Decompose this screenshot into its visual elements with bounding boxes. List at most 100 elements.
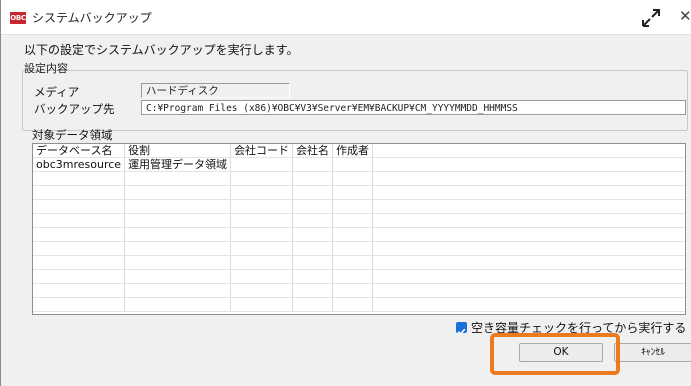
cell-company-code[interactable] <box>230 157 294 172</box>
empty-cell <box>292 241 334 256</box>
empty-cell <box>124 255 232 270</box>
empty-cell <box>230 199 294 214</box>
column-header-company-code[interactable]: 会社コード <box>230 144 294 158</box>
empty-cell <box>332 297 374 312</box>
empty-cell <box>124 241 232 256</box>
empty-cell <box>124 297 232 312</box>
empty-cell <box>124 185 232 200</box>
empty-cell <box>372 297 685 312</box>
window-title: システムバックアップ <box>32 11 152 25</box>
empty-grid-row <box>33 241 685 256</box>
empty-grid-row <box>33 269 685 284</box>
space-check-label[interactable]: 空き容量チェックを行ってから実行する <box>471 319 686 336</box>
empty-grid-row <box>33 199 685 214</box>
maximize-icon[interactable] <box>639 6 663 30</box>
cell-role[interactable]: 運用管理データ領域 <box>124 157 232 172</box>
empty-cell <box>332 199 374 214</box>
empty-cell <box>372 199 685 214</box>
column-header-filler <box>372 144 685 158</box>
empty-cell <box>372 227 685 242</box>
empty-cell <box>33 269 126 284</box>
empty-cell <box>332 227 374 242</box>
empty-cell <box>33 199 126 214</box>
empty-grid-row <box>33 255 685 270</box>
confirmation-message: 以下の設定でシステムバックアップを実行します。 <box>24 43 299 57</box>
empty-cell <box>332 241 374 256</box>
empty-cell <box>292 171 334 186</box>
empty-cell <box>292 199 334 214</box>
cell-filler <box>372 157 685 172</box>
empty-cell <box>230 213 294 228</box>
empty-cell <box>124 227 232 242</box>
empty-cell <box>372 213 685 228</box>
empty-grid-row <box>33 213 685 228</box>
empty-cell <box>292 297 334 312</box>
cell-creator[interactable] <box>332 157 374 172</box>
empty-cell <box>332 269 374 284</box>
empty-cell <box>372 269 685 284</box>
column-header-creator[interactable]: 作成者 <box>332 144 374 158</box>
cell-database-name[interactable]: obc3mresource <box>33 157 126 172</box>
empty-cell <box>372 241 685 256</box>
empty-cell <box>292 227 334 242</box>
empty-cell <box>230 283 294 298</box>
empty-cell <box>124 213 232 228</box>
ok-button[interactable]: OK <box>519 343 603 362</box>
system-backup-dialog: OBC システムバックアップ ✕ 以下の設定でシステムバックアップを実行します。… <box>0 0 691 386</box>
column-header-database-name[interactable]: データベース名 <box>33 144 126 158</box>
empty-cell <box>292 283 334 298</box>
empty-cell <box>33 185 126 200</box>
empty-cell <box>332 185 374 200</box>
empty-cell <box>372 185 685 200</box>
empty-cell <box>230 255 294 270</box>
empty-cell <box>332 255 374 270</box>
empty-cell <box>124 171 232 186</box>
empty-cell <box>292 213 334 228</box>
table-row[interactable]: obc3mresource 運用管理データ領域 <box>33 157 685 172</box>
empty-cell <box>33 255 126 270</box>
column-header-role[interactable]: 役割 <box>124 144 232 158</box>
target-data-area-label: 対象データ領域 <box>32 128 113 142</box>
media-label: メディア <box>34 85 80 99</box>
empty-grid-row <box>33 171 685 186</box>
empty-cell <box>230 185 294 200</box>
empty-cell <box>372 171 685 186</box>
empty-cell <box>372 283 685 298</box>
empty-cell <box>33 171 126 186</box>
empty-cell <box>292 185 334 200</box>
empty-cell <box>33 241 126 256</box>
empty-cell <box>372 255 685 270</box>
title-bar[interactable]: OBC システムバックアップ ✕ <box>1 0 691 35</box>
empty-cell <box>33 283 126 298</box>
empty-cell <box>33 213 126 228</box>
close-icon[interactable]: ✕ <box>679 7 691 25</box>
cancel-button[interactable]: ｷｬﾝｾﾙ <box>614 343 691 362</box>
empty-cell <box>33 227 126 242</box>
empty-cell <box>292 255 334 270</box>
empty-cell <box>124 269 232 284</box>
empty-cell <box>230 241 294 256</box>
empty-cell <box>33 297 126 312</box>
empty-cell <box>230 171 294 186</box>
column-header-company-name[interactable]: 会社名 <box>292 144 334 158</box>
empty-cell <box>292 269 334 284</box>
media-value: ハードディスク <box>141 83 290 98</box>
checkmark-icon <box>457 328 466 336</box>
empty-cell <box>124 283 232 298</box>
target-data-grid[interactable]: データベース名 役割 会社コード 会社名 作成者 obc3mresource 運… <box>32 143 686 315</box>
empty-cell <box>230 227 294 242</box>
empty-cell <box>230 269 294 284</box>
empty-cell <box>124 199 232 214</box>
cell-company-name[interactable] <box>292 157 334 172</box>
empty-grid-row <box>33 227 685 242</box>
backup-path-field[interactable]: C:¥Program Files (x86)¥OBC¥V3¥Server¥EM¥… <box>141 100 686 115</box>
app-logo-icon: OBC <box>10 12 26 24</box>
empty-grid-row <box>33 283 685 298</box>
empty-grid-row <box>33 297 685 312</box>
settings-group-label: 設定内容 <box>24 62 68 75</box>
empty-cell <box>230 297 294 312</box>
empty-cell <box>332 283 374 298</box>
backup-destination-label: バックアップ先 <box>34 102 115 116</box>
space-check-checkbox[interactable] <box>456 322 467 336</box>
empty-cell <box>332 213 374 228</box>
